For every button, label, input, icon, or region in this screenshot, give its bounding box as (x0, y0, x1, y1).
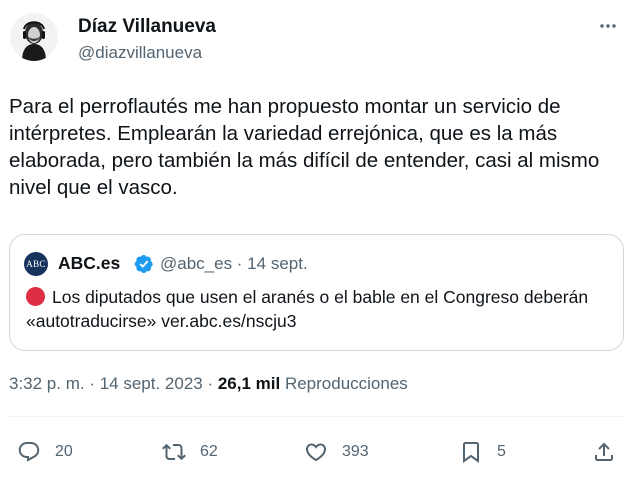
author-handle[interactable]: @diazvillanueva (78, 43, 202, 63)
reply-icon (18, 442, 40, 462)
like-count: 393 (342, 443, 369, 460)
author-avatar[interactable] (10, 13, 58, 61)
repost-icon (162, 443, 186, 461)
reply-button[interactable]: 20 (17, 437, 73, 467)
more-options-icon[interactable] (596, 14, 620, 38)
bookmark-count: 5 (497, 443, 506, 460)
action-bar: 20 62 393 5 (0, 437, 632, 467)
red-circle-icon (26, 287, 45, 306)
quoted-text: Los diputados que usen el aranés o el ba… (26, 285, 616, 333)
tweet: Díaz Villanueva @diazvillanueva Para el … (0, 0, 632, 489)
repost-count: 62 (200, 443, 218, 460)
reply-count: 20 (55, 443, 73, 460)
repost-button[interactable]: 62 (162, 437, 218, 467)
views-label: Reproducciones (280, 374, 408, 393)
views-count: 26,1 mil (217, 374, 281, 393)
timestamp[interactable]: 3:32 p. m. · 14 sept. 2023 · (9, 374, 218, 393)
like-button[interactable]: 393 (304, 437, 369, 467)
bookmark-icon (463, 442, 479, 463)
author-name[interactable]: Díaz Villanueva (78, 16, 216, 38)
share-button[interactable] (592, 437, 616, 467)
heart-icon (305, 443, 327, 462)
quoted-tweet[interactable]: ABC ABC.es @abc_es · 14 sept. Los diputa… (9, 234, 624, 351)
quoted-handle-date[interactable]: @abc_es · 14 sept. (160, 254, 308, 274)
share-icon (595, 442, 613, 461)
quoted-text-content: Los diputados que usen el aranés o el ba… (26, 287, 589, 331)
tweet-meta: 3:32 p. m. · 14 sept. 2023 · 26,1 mil Re… (9, 374, 408, 394)
divider (9, 416, 623, 417)
tweet-text: Para el perroflautés me han propuesto mo… (9, 95, 600, 199)
quoted-avatar[interactable]: ABC (24, 252, 48, 276)
bookmark-button[interactable]: 5 (459, 437, 506, 467)
verified-badge-icon (134, 254, 154, 274)
quoted-author-name[interactable]: ABC.es (58, 253, 120, 274)
